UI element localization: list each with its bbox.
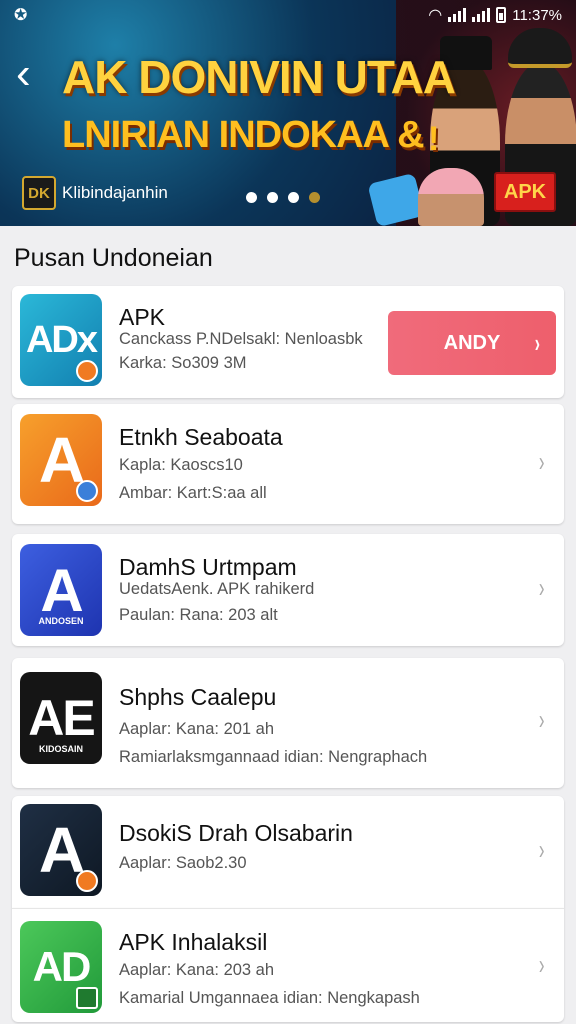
section-title: Pusan Undoneian bbox=[14, 244, 213, 272]
battery-icon bbox=[496, 7, 507, 23]
app-size: Karka: So309 3M bbox=[119, 354, 247, 372]
app-icon-text: AD bbox=[32, 943, 92, 990]
carousel-dot[interactable] bbox=[288, 192, 299, 203]
app-meta: Aaplar: Saob2.30 bbox=[119, 854, 247, 872]
chevron-right-icon[interactable]: › bbox=[539, 572, 545, 604]
carousel-dots bbox=[246, 192, 320, 203]
banner-hat-2 bbox=[508, 28, 572, 68]
app-icon: A bbox=[20, 414, 102, 506]
promo-banner[interactable]: ! ‹ AK DONIVIN UTAA LNIRIAN INDOKAA & DK… bbox=[0, 0, 576, 226]
notification-icon: ✪ bbox=[14, 7, 28, 24]
wifi-icon: ◠ bbox=[428, 7, 443, 24]
list-item-app-1[interactable]: ADx APK Canckass P.NDelsakl: Nenloasbk K… bbox=[12, 286, 564, 398]
app-size: Ambar: Kart:S:aa all bbox=[119, 484, 267, 502]
app-icon-subtext: ANDOSEN bbox=[38, 616, 84, 626]
brand-text: Klibindajanhin bbox=[62, 183, 168, 202]
app-meta: Canckass P.NDelsakl: Nenloasbk bbox=[119, 330, 363, 348]
install-button-label: ANDY bbox=[443, 331, 501, 354]
banner-subtitle: LNIRIAN INDOKAA & bbox=[62, 114, 425, 156]
brand-logo: DK bbox=[22, 176, 56, 210]
app-size: Kamarial Umgannaea idian: Nengkapash bbox=[119, 989, 420, 1007]
list-item-app-2[interactable]: A Etnkh Seaboata Kapla: Kaoscs10 Ambar: … bbox=[12, 404, 564, 524]
app-icon-text: AE bbox=[28, 690, 95, 746]
chevron-right-icon[interactable]: › bbox=[539, 446, 545, 478]
apk-badge[interactable]: APK bbox=[494, 172, 556, 212]
signal-icon bbox=[448, 8, 467, 22]
banner-person-3 bbox=[418, 168, 484, 226]
app-name: APK bbox=[119, 304, 166, 330]
app-icon-text: ADx bbox=[25, 318, 98, 361]
chevron-right-icon[interactable]: › bbox=[539, 704, 545, 736]
app-name: Etnkh Seaboata bbox=[119, 424, 283, 450]
signal-icon-2 bbox=[472, 8, 491, 22]
app-icon-text: A bbox=[40, 556, 83, 624]
list-item-app-5[interactable]: A DsokiS Drah Olsabarin Aaplar: Saob2.30… bbox=[12, 796, 564, 908]
app-icon-subtext: KIDOSAIN bbox=[38, 744, 83, 754]
carousel-dot[interactable] bbox=[267, 192, 278, 203]
app-size: Paulan: Rana: 203 alt bbox=[119, 606, 278, 624]
banner-title: AK DONIVIN UTAA bbox=[62, 51, 456, 103]
app-icon: ADx bbox=[20, 294, 102, 386]
app-icon: A bbox=[20, 804, 102, 896]
back-button[interactable]: ‹ bbox=[16, 52, 52, 100]
app-icon: AE KIDOSAIN bbox=[20, 672, 102, 764]
status-time: 11:37% bbox=[512, 6, 562, 24]
app-name: DamhS Urtmpam bbox=[119, 554, 297, 580]
list-item-app-3[interactable]: A ANDOSEN DamhS Urtmpam UedatsAenk. APK … bbox=[12, 534, 564, 646]
app-meta: Aaplar: Kana: 203 ah bbox=[119, 961, 275, 979]
app-icon: AD bbox=[20, 921, 102, 1013]
banner-decoration: ! bbox=[428, 120, 440, 158]
app-name: APK Inhalaksil bbox=[119, 929, 268, 955]
app-badge-icon bbox=[76, 870, 98, 892]
app-meta: Kapla: Kaoscs10 bbox=[119, 456, 243, 474]
banner-figure-blue bbox=[367, 172, 425, 226]
app-size: Ramiarlaksmgannaad idian: Nengraphach bbox=[119, 748, 428, 766]
app-name: DsokiS Drah Olsabarin bbox=[119, 820, 353, 846]
app-meta: UedatsAenk. APK rahikerd bbox=[119, 580, 315, 598]
app-icon: A ANDOSEN bbox=[20, 544, 102, 636]
carousel-dot[interactable] bbox=[246, 192, 257, 203]
carousel-dot-active[interactable] bbox=[309, 192, 320, 203]
app-meta: Aaplar: Kana: 201 ah bbox=[119, 720, 275, 738]
list-item-app-6[interactable]: AD APK Inhalaksil Aaplar: Kana: 203 ah K… bbox=[12, 908, 564, 1022]
app-badge-icon bbox=[76, 480, 98, 502]
banner-brand: DK Klibindajanhin bbox=[22, 176, 168, 210]
install-button[interactable]: ANDY › bbox=[388, 311, 556, 375]
chevron-right-icon[interactable]: › bbox=[539, 834, 545, 866]
list-item-app-4[interactable]: AE KIDOSAIN Shphs Caalepu Aaplar: Kana: … bbox=[12, 658, 564, 788]
app-badge-icon bbox=[76, 360, 98, 382]
chevron-right-icon[interactable]: › bbox=[539, 949, 545, 981]
status-bar: ✪ ◠ 11:37% bbox=[0, 0, 576, 30]
chevron-right-icon: › bbox=[535, 327, 541, 358]
app-name: Shphs Caalepu bbox=[119, 684, 277, 710]
app-badge-icon bbox=[76, 987, 98, 1009]
